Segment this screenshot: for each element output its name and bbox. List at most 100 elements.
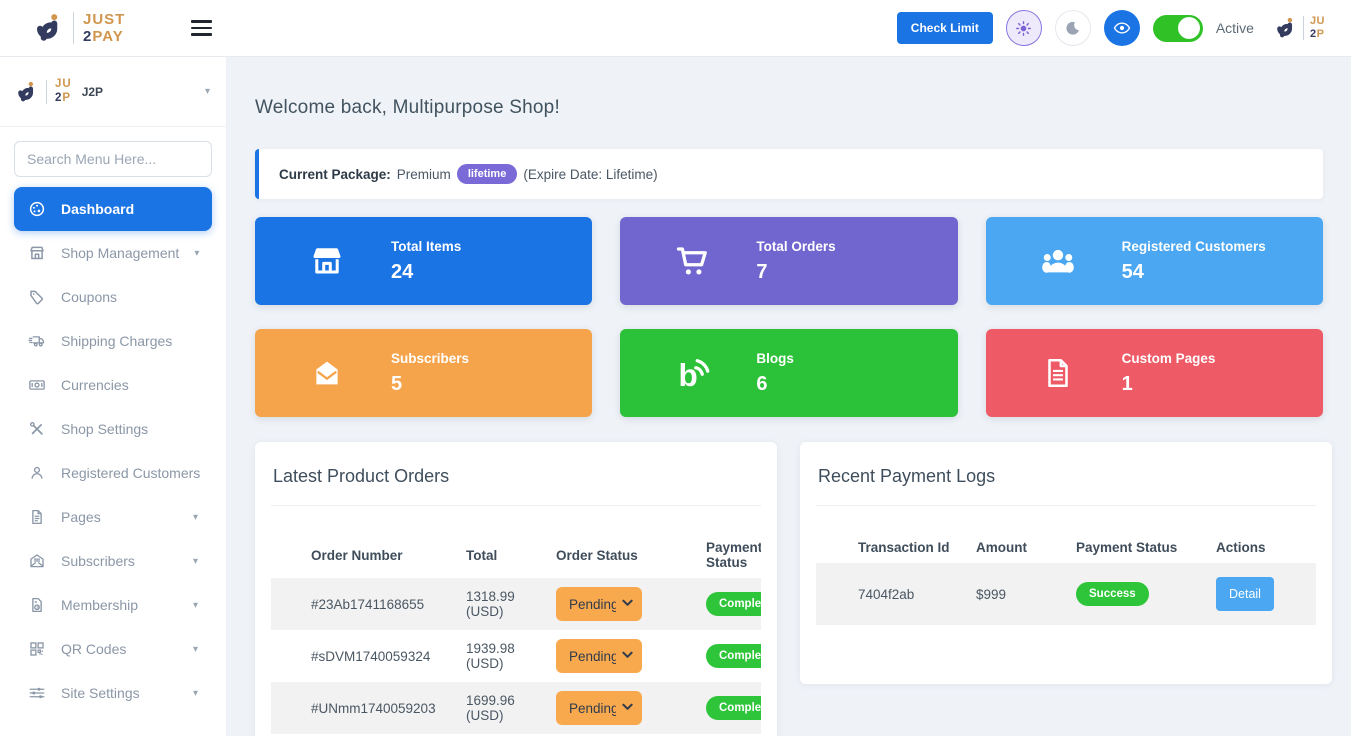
order-status-select[interactable]: Pending	[556, 691, 642, 725]
file-icon	[28, 508, 46, 526]
sidebar-item-dashboard[interactable]: Dashboard	[14, 187, 212, 231]
stat-label: Total Orders	[756, 239, 835, 254]
users-icon	[1038, 242, 1078, 280]
stat-card-total-items: Total Items 24	[255, 217, 592, 305]
sidebar-item-site-settings[interactable]: Site Settings ▾	[14, 671, 212, 715]
money-icon	[28, 376, 46, 394]
menu-search-input[interactable]	[14, 141, 212, 177]
chevron-down-icon: ▾	[193, 644, 198, 655]
eye-icon	[1113, 19, 1131, 37]
stat-value: 1	[1122, 373, 1216, 396]
tools-icon	[28, 420, 46, 438]
stat-label: Registered Customers	[1122, 239, 1266, 254]
chevron-down-icon: ▾	[193, 512, 198, 523]
column-header-transaction-id: Transaction Id	[816, 532, 966, 563]
top-header: JUST 2PAY Check Limit	[0, 0, 1351, 57]
sidebar-item-shipping-charges[interactable]: Shipping Charges	[14, 319, 212, 363]
payment-status-badge: Completed	[706, 644, 761, 668]
envelope-icon	[28, 552, 46, 570]
sidebar-item-subscribers[interactable]: Subscribers ▾	[14, 539, 212, 583]
transaction-id: 7404f2ab	[816, 563, 966, 625]
column-header-payment-status: Payment Status	[696, 532, 761, 578]
column-header-payment-status: Payment Status	[1066, 532, 1206, 563]
payments-table: Transaction Id Amount Payment Status Act…	[816, 532, 1316, 625]
sidebar-item-membership[interactable]: $ Membership ▾	[14, 583, 212, 627]
sidebar: JU 2P J2P ▾ Dashboard	[0, 57, 227, 736]
truck-icon	[28, 332, 46, 350]
stat-value: 24	[391, 261, 461, 284]
hamburger-icon[interactable]	[187, 16, 216, 39]
mini-brand-name: JU 2P	[1310, 16, 1325, 40]
mini-brand-logo: JU 2P	[1275, 16, 1325, 40]
column-header-actions: Actions	[1206, 532, 1316, 563]
store-icon	[307, 243, 347, 279]
brand-short-label: J2P	[82, 85, 103, 99]
sidebar-item-registered-customers[interactable]: Registered Customers	[14, 451, 212, 495]
sidebar-item-shop-management[interactable]: Shop Management ▾	[14, 231, 212, 275]
stat-label: Total Items	[391, 239, 461, 254]
package-banner: Current Package: Premium lifetime (Expir…	[255, 149, 1323, 199]
stat-card-registered-customers: Registered Customers 54	[986, 217, 1323, 305]
brand-word2-rest: PAY	[92, 28, 123, 45]
main-content: Welcome back, Multipurpose Shop! Current…	[227, 57, 1351, 736]
blog-icon: b	[672, 355, 712, 391]
stat-card-blogs: b Blogs 6	[620, 329, 957, 417]
payments-table-wrapper: Transaction Id Amount Payment Status Act…	[816, 532, 1316, 625]
brand-name: JUST 2PAY	[83, 12, 125, 44]
orders-panel-title: Latest Product Orders	[271, 462, 761, 506]
dark-mode-button[interactable]	[1055, 10, 1091, 46]
brand-word1: JUST	[83, 12, 125, 27]
active-toggle[interactable]	[1153, 15, 1203, 42]
coupon-icon	[28, 288, 46, 306]
payment-status-badge: Success	[1076, 582, 1149, 606]
order-total: 1939.98 (USD)	[456, 630, 546, 682]
jp-logo-icon	[16, 81, 38, 103]
sidebar-item-pages[interactable]: Pages ▾	[14, 495, 212, 539]
light-mode-button[interactable]	[1006, 10, 1042, 46]
chevron-down-icon: ▾	[193, 556, 198, 567]
order-total: 1699.96 (USD)	[456, 682, 546, 734]
order-status-select[interactable]: Pending	[556, 639, 642, 673]
payment-status-badge: Completed	[706, 696, 761, 720]
jp-logo-icon	[34, 13, 64, 43]
order-status-select[interactable]: Pending	[556, 587, 642, 621]
envelope-open-icon	[307, 356, 347, 390]
preview-button[interactable]	[1104, 10, 1140, 46]
sidebar-menu: Dashboard Shop Management ▾ Coupons	[0, 187, 226, 715]
chevron-down-icon: ▾	[205, 86, 210, 97]
stats-grid: Total Items 24 Total Orders 7	[255, 217, 1323, 417]
document-icon	[1038, 356, 1078, 390]
svg-text:b: b	[679, 357, 698, 391]
sliders-icon	[28, 684, 46, 702]
logo-divider	[1303, 16, 1304, 40]
brand-word2-num: 2	[83, 28, 92, 45]
sidebar-item-coupons[interactable]: Coupons	[14, 275, 212, 319]
user-icon	[28, 464, 46, 482]
order-number: #sDVM1740059324	[271, 630, 456, 682]
sun-icon	[1015, 20, 1032, 37]
sidebar-item-currencies[interactable]: Currencies	[14, 363, 212, 407]
detail-button[interactable]: Detail	[1216, 577, 1274, 611]
order-number: #UNmm1740059203	[271, 682, 456, 734]
check-limit-button[interactable]: Check Limit	[897, 12, 993, 44]
chevron-down-icon: ▾	[193, 600, 198, 611]
invoice-icon: $	[28, 596, 46, 614]
table-row: #UNmm1740059203 1699.96 (USD) Pending	[271, 682, 761, 734]
table-row: 7404f2ab $999 Success Detail	[816, 563, 1316, 625]
orders-table-wrapper: Order Number Total Order Status Payment …	[271, 532, 761, 734]
chevron-down-icon: ▾	[194, 248, 199, 259]
moon-icon	[1064, 20, 1081, 37]
table-row: #23Ab1741168655 1318.99 (USD) Pending	[271, 578, 761, 630]
orders-table: Order Number Total Order Status Payment …	[271, 532, 761, 734]
sidebar-brand[interactable]: JU 2P J2P ▾	[0, 57, 226, 127]
cart-icon	[672, 243, 712, 279]
payment-status-badge: Completed	[706, 592, 761, 616]
stat-label: Custom Pages	[1122, 351, 1216, 366]
stat-card-custom-pages: Custom Pages 1	[986, 329, 1323, 417]
sidebar-item-qr-codes[interactable]: QR Codes ▾	[14, 627, 212, 671]
stat-value: 6	[756, 373, 794, 396]
column-header-order-status: Order Status	[546, 532, 696, 578]
column-header-order-number: Order Number	[271, 532, 456, 578]
sidebar-item-shop-settings[interactable]: Shop Settings	[14, 407, 212, 451]
latest-orders-panel: Latest Product Orders Order Number Total…	[255, 442, 777, 736]
